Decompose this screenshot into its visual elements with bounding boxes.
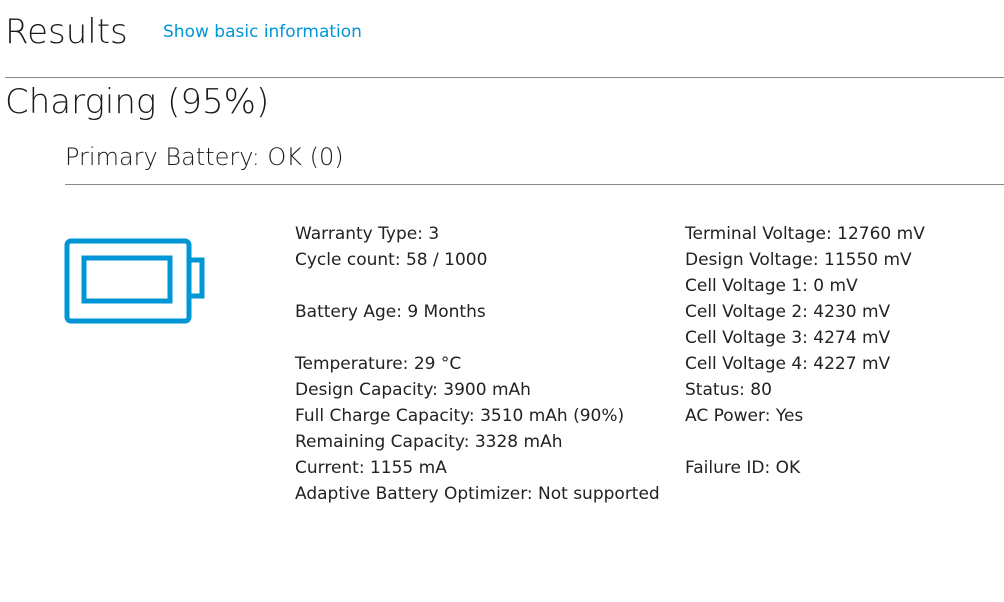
design-voltage-value: Design Voltage: 11550 mV [685,250,912,270]
warranty-type-value: Warranty Type: 3 [295,224,440,244]
primary-battery-heading: Primary Battery: OK (0) [65,143,344,171]
ac-power-value: AC Power: Yes [685,406,804,426]
show-basic-information-link[interactable]: Show basic information [163,21,362,43]
design-capacity-value: Design Capacity: 3900 mAh [295,380,531,400]
battery-icon [64,238,205,324]
battery-details-left-column: Warranty Type: 3 Cycle count: 58 / 1000 … [295,221,660,507]
battery-divider [65,184,1004,185]
cell-voltage-4-value: Cell Voltage 4: 4227 mV [685,354,891,374]
cycle-count-value: Cycle count: 58 / 1000 [295,250,488,270]
charging-status-heading: Charging (95%) [5,82,270,122]
terminal-voltage-value: Terminal Voltage: 12760 mV [685,224,925,244]
battery-details-right-column: Terminal Voltage: 12760 mV Design Voltag… [685,221,925,481]
adaptive-battery-optimizer-value: Adaptive Battery Optimizer: Not supporte… [295,484,660,504]
cell-voltage-3-value: Cell Voltage 3: 4274 mV [685,328,891,348]
battery-age-value: Battery Age: 9 Months [295,302,486,322]
cell-voltage-1-value: Cell Voltage 1: 0 mV [685,276,858,296]
current-value: Current: 1155 mA [295,458,447,478]
status-value: Status: 80 [685,380,772,400]
header-divider [5,77,1004,78]
temperature-value: Temperature: 29 °C [295,354,462,374]
failure-id-value: Failure ID: OK [685,458,801,478]
remaining-capacity-value: Remaining Capacity: 3328 mAh [295,432,563,452]
cell-voltage-2-value: Cell Voltage 2: 4230 mV [685,302,891,322]
page-title: Results [5,12,128,52]
full-charge-capacity-value: Full Charge Capacity: 3510 mAh (90%) [295,406,625,426]
